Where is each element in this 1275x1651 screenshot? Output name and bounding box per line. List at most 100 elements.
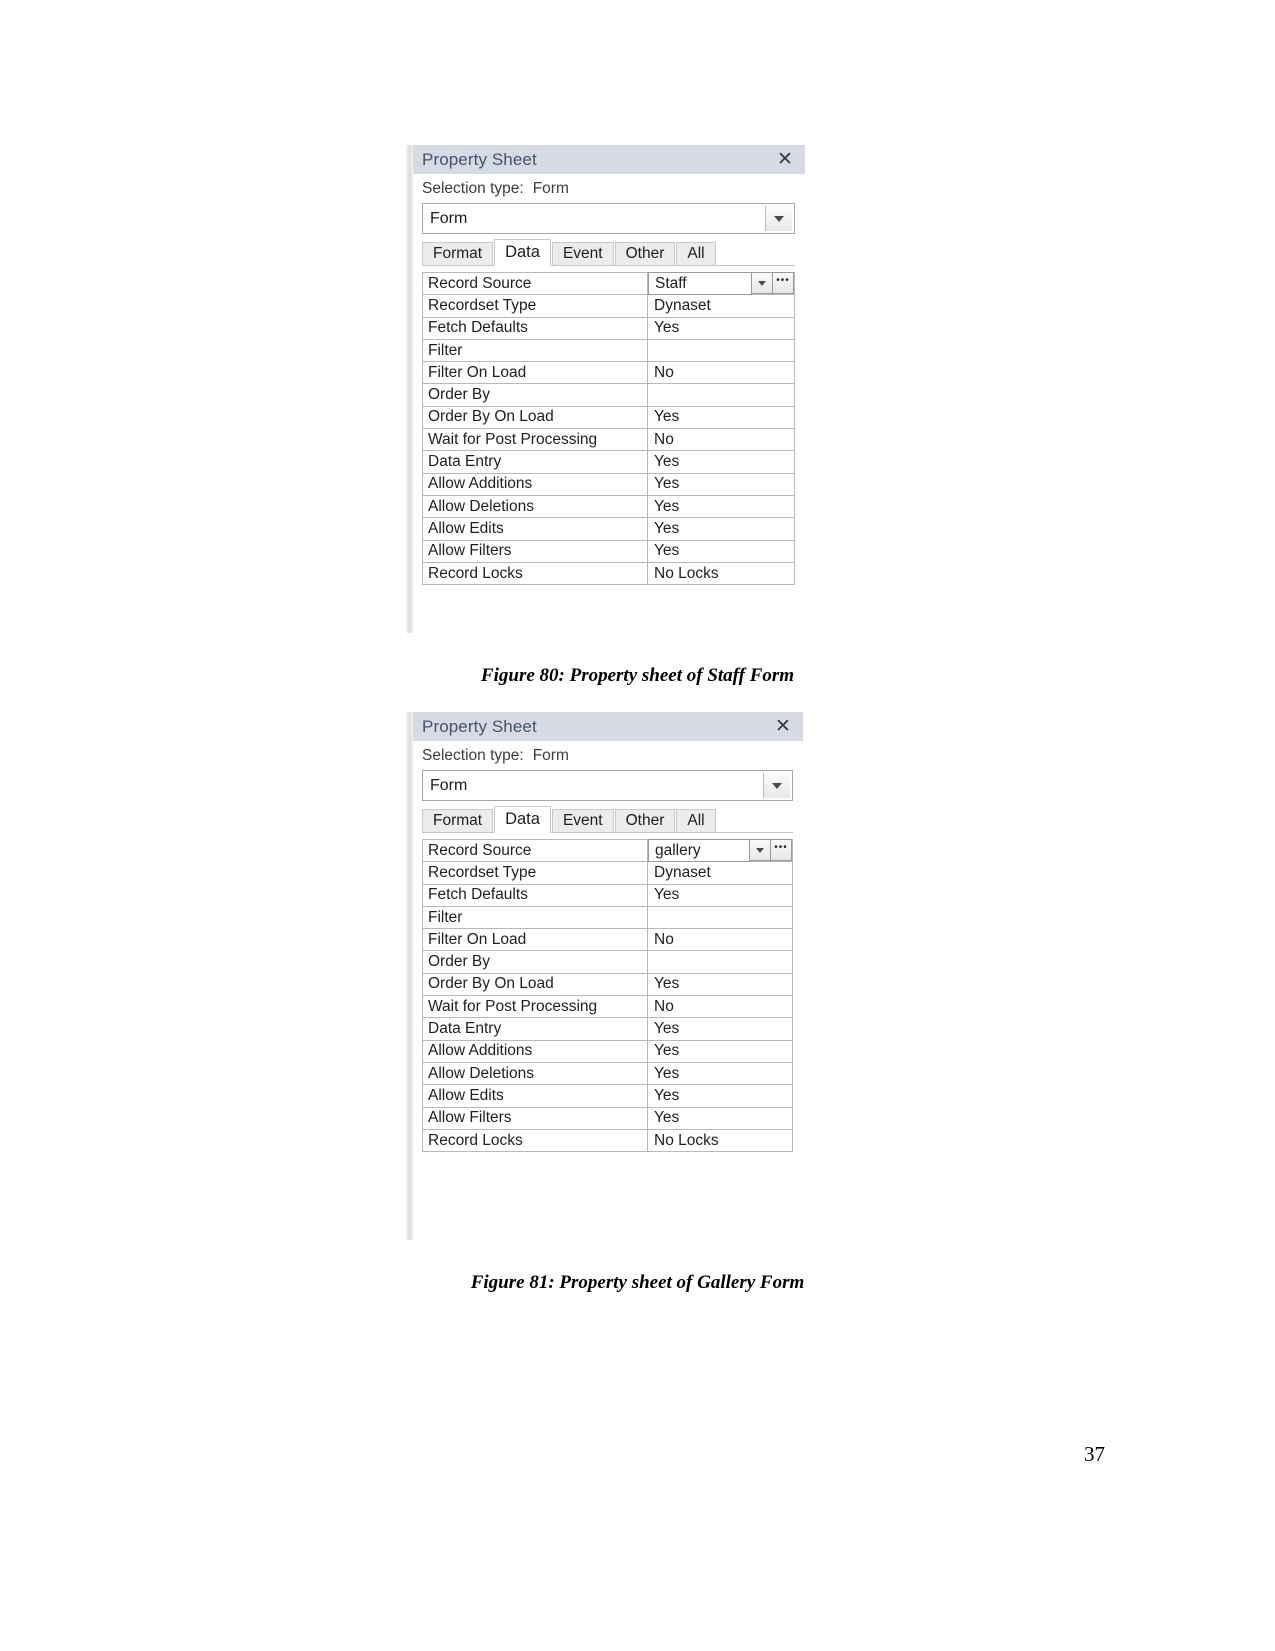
tab-event[interactable]: Event — [551, 242, 614, 266]
panel-title: Property Sheet — [422, 716, 537, 736]
property-value[interactable]: gallery — [648, 839, 750, 863]
tab-event[interactable]: Event — [551, 809, 614, 833]
property-value[interactable]: Dynaset — [648, 862, 792, 883]
property-row: Wait for Post Processing No — [423, 429, 794, 452]
property-value[interactable]: Yes — [648, 451, 794, 472]
property-value[interactable]: No — [648, 929, 792, 950]
property-name: Fetch Defaults — [423, 884, 648, 906]
property-row: Order By On Load Yes — [423, 973, 792, 997]
property-name: Recordset Type — [423, 295, 648, 317]
property-value[interactable]: No Locks — [648, 1130, 792, 1151]
property-name: Record Locks — [423, 562, 648, 585]
object-select-value: Form — [430, 209, 468, 227]
property-value[interactable] — [648, 340, 794, 361]
property-value[interactable]: Staff — [648, 272, 752, 296]
property-value[interactable]: Yes — [648, 541, 794, 562]
property-name: Wait for Post Processing — [423, 429, 648, 451]
property-name: Allow Additions — [423, 1040, 648, 1062]
property-value[interactable]: Yes — [648, 496, 794, 517]
builder-ellipsis-button[interactable]: ••• — [771, 839, 792, 862]
tab-format[interactable]: Format — [422, 809, 494, 833]
selection-type-value: Form — [532, 180, 569, 197]
property-value[interactable] — [648, 907, 792, 928]
property-row: Allow Deletions Yes — [423, 495, 794, 519]
property-value[interactable]: Yes — [648, 1018, 792, 1039]
property-value[interactable]: Yes — [648, 474, 794, 495]
property-value[interactable] — [648, 951, 792, 972]
property-name: Filter On Load — [423, 929, 648, 951]
property-value[interactable]: Yes — [648, 1108, 792, 1129]
property-row: Order By On Load Yes — [423, 406, 794, 430]
property-name: Filter — [423, 339, 648, 362]
property-row: Record Locks No Locks — [423, 562, 794, 586]
property-value[interactable]: Yes — [648, 1041, 792, 1062]
property-row: Record Source gallery ••• — [423, 839, 792, 863]
figure-caption-80: Figure 80: Property sheet of Staff Form — [480, 665, 795, 686]
chevron-down-icon[interactable] — [752, 272, 773, 295]
property-value[interactable]: Yes — [648, 1063, 792, 1084]
property-value[interactable]: Yes — [648, 974, 792, 995]
object-select-value: Form — [430, 776, 468, 794]
tab-other[interactable]: Other — [614, 242, 676, 266]
tab-all[interactable]: All — [676, 809, 716, 833]
property-value[interactable]: No Locks — [648, 563, 794, 584]
property-value[interactable]: Yes — [648, 407, 794, 428]
property-row: Recordset Type Dynaset — [423, 862, 792, 885]
page-number: 37 — [1084, 1442, 1105, 1466]
property-name: Allow Filters — [423, 1107, 648, 1129]
panel-title-bar: Property Sheet ✕ — [413, 145, 805, 174]
property-row: Data Entry Yes — [423, 451, 794, 474]
property-name: Allow Edits — [423, 1085, 648, 1107]
object-select[interactable]: Form — [422, 770, 793, 801]
property-name: Allow Additions — [423, 473, 648, 495]
property-name: Record Locks — [423, 1129, 648, 1152]
tab-data[interactable]: Data — [494, 239, 551, 266]
tab-all[interactable]: All — [676, 242, 716, 266]
close-icon[interactable]: ✕ — [775, 150, 795, 170]
property-value[interactable]: Yes — [648, 885, 792, 906]
property-row: Allow Additions Yes — [423, 1040, 792, 1063]
property-value[interactable]: Yes — [648, 1085, 792, 1106]
figure-caption-81: Figure 81: Property sheet of Gallery For… — [470, 1272, 805, 1293]
builder-ellipsis-button[interactable]: ••• — [773, 272, 794, 295]
property-grid: Record Source gallery ••• Recordset Type Dyn… — [422, 839, 793, 1153]
object-select[interactable]: Form — [422, 203, 795, 234]
property-row: Filter On Load No — [423, 929, 792, 952]
property-row: Order By — [423, 384, 794, 407]
property-value[interactable]: No — [648, 362, 794, 383]
selection-type-label: Selection type: — [422, 747, 524, 764]
property-name: Allow Deletions — [423, 1062, 648, 1085]
property-row: Allow Edits Yes — [423, 518, 794, 541]
document-page: Property Sheet ✕ Selection type: Form For… — [0, 0, 1275, 1651]
panel-title-bar: Property Sheet ✕ — [413, 712, 803, 741]
property-sheet-panel-gallery: Property Sheet ✕ Selection type: Form For… — [405, 712, 803, 1240]
property-value[interactable]: No — [648, 996, 792, 1017]
tab-format[interactable]: Format — [422, 242, 494, 266]
chevron-down-icon[interactable] — [765, 206, 792, 231]
property-name: Filter On Load — [423, 362, 648, 384]
property-value[interactable]: Dynaset — [648, 295, 794, 316]
property-value[interactable]: No — [648, 429, 794, 450]
property-row: Record Locks No Locks — [423, 1129, 792, 1153]
property-name: Fetch Defaults — [423, 317, 648, 339]
property-grid: Record Source Staff ••• Recordset Type Dynas… — [422, 272, 795, 586]
property-name: Allow Deletions — [423, 495, 648, 518]
tab-data[interactable]: Data — [494, 806, 551, 833]
close-icon[interactable]: ✕ — [773, 717, 793, 737]
property-value[interactable]: Yes — [648, 318, 794, 339]
tab-other[interactable]: Other — [614, 809, 676, 833]
property-name: Filter — [423, 906, 648, 929]
property-name: Order By — [423, 951, 648, 973]
object-combo-wrap: Form — [413, 768, 803, 806]
chevron-down-icon[interactable] — [763, 773, 790, 798]
property-value[interactable]: Yes — [648, 518, 794, 539]
property-row: Record Source Staff ••• — [423, 272, 794, 296]
property-tabs: Format Data Event Other All — [413, 806, 803, 833]
property-row: Filter On Load No — [423, 362, 794, 385]
selection-type-value: Form — [532, 747, 569, 764]
property-row: Filter — [423, 339, 794, 363]
chevron-down-icon[interactable] — [750, 839, 771, 862]
property-value[interactable] — [648, 384, 794, 405]
panel-body: Property Sheet ✕ Selection type: Form For… — [413, 712, 803, 1240]
property-row: Data Entry Yes — [423, 1018, 792, 1041]
